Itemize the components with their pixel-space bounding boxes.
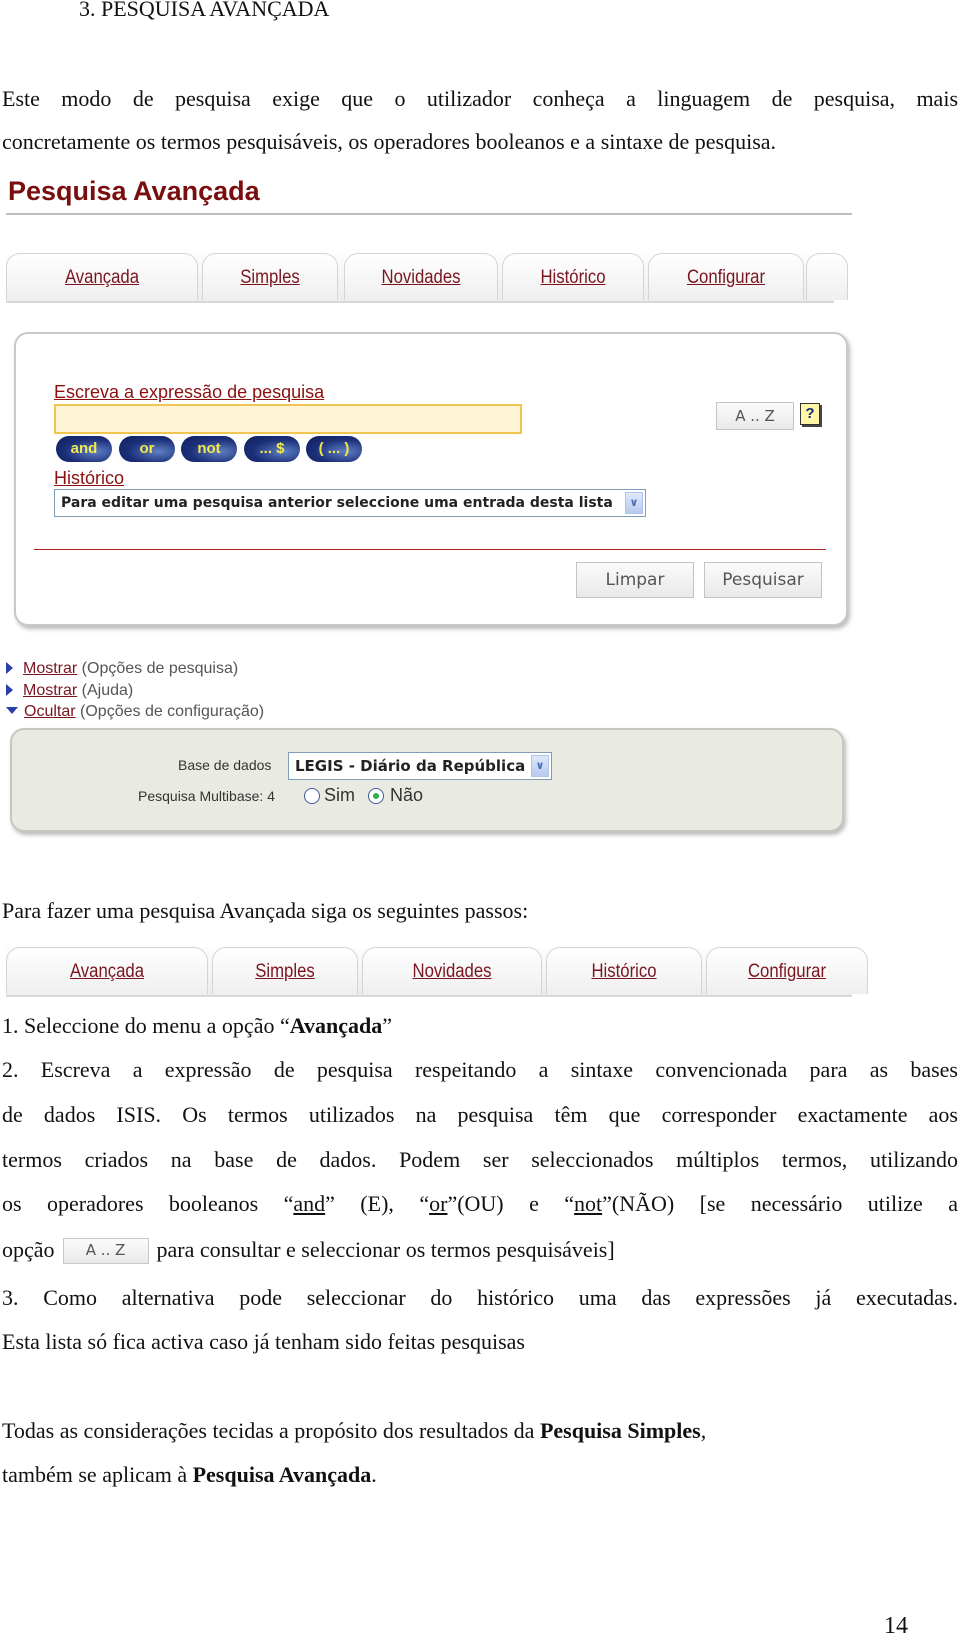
step-2-line-2: de dados ISIS. Os termos utilizados na p… bbox=[2, 1102, 958, 1127]
step-3-line-2: Esta lista só fica activa caso já tenham… bbox=[2, 1329, 525, 1354]
expression-input[interactable] bbox=[54, 404, 522, 434]
toggle-link[interactable]: Ocultar bbox=[24, 703, 76, 720]
expression-label: Escreva a expressão de pesquisa bbox=[54, 382, 325, 402]
bold-term: Pesquisa Simples bbox=[539, 1418, 701, 1443]
tab-label: Simples bbox=[255, 961, 315, 982]
bold-term: Pesquisa Avançada bbox=[192, 1462, 372, 1487]
database-select[interactable]: LEGIS - Diário da República ∨ bbox=[288, 752, 552, 780]
text-fragment: ”(OU) e “ bbox=[447, 1191, 575, 1216]
operator-not-button[interactable]: not bbox=[181, 436, 237, 462]
chevron-down-icon[interactable]: ∨ bbox=[531, 755, 549, 777]
multibase-sim-radio[interactable] bbox=[304, 788, 320, 804]
text-fragment: . bbox=[371, 1462, 377, 1487]
tab-label: Avançada bbox=[64, 267, 140, 288]
help-icon[interactable]: ? bbox=[800, 403, 820, 425]
search-button[interactable]: Pesquisar bbox=[704, 562, 822, 598]
title-divider bbox=[6, 213, 852, 215]
operator-and-text: and bbox=[293, 1191, 326, 1216]
text-fragment: ” (E), “ bbox=[325, 1191, 430, 1216]
tab-label: Configurar bbox=[747, 961, 827, 982]
config-panel: Base de dados LEGIS - Diário da Repúblic… bbox=[10, 728, 844, 832]
tab-overflow bbox=[806, 253, 848, 300]
text-fragment: ”(NÃO) [se necessário utilize a bbox=[602, 1191, 958, 1216]
multibase-label: Pesquisa Multibase: 4 bbox=[138, 788, 275, 804]
multibase-nao-radio[interactable] bbox=[368, 788, 384, 804]
clear-button[interactable]: Limpar bbox=[576, 562, 694, 598]
closing-line-1: Todas as considerações tecidas a propósi… bbox=[2, 1418, 706, 1444]
panel-divider bbox=[34, 549, 826, 550]
text-fragment: opção bbox=[2, 1237, 55, 1262]
section-heading: 3. PESQUISA AVANÇADA bbox=[79, 0, 330, 21]
history-label: Histórico bbox=[54, 468, 125, 488]
text-fragment: também se aplicam à bbox=[2, 1462, 193, 1487]
toggle-link[interactable]: Mostrar bbox=[23, 660, 77, 677]
collapse-arrow-icon bbox=[6, 707, 18, 714]
step-2-line-1: 2. Escreva a expressão de pesquisa respe… bbox=[2, 1057, 958, 1082]
tab-bar: Avançada Simples Novidades Histórico Con… bbox=[6, 253, 848, 303]
history-select[interactable]: Para editar uma pesquisa anterior selecc… bbox=[54, 489, 646, 517]
step-1-suffix: ” bbox=[382, 1013, 392, 1038]
page-number: 14 bbox=[884, 1613, 908, 1639]
step-1: 1. Seleccione do menu a opção “Avançada” bbox=[2, 1013, 392, 1039]
toggle-text: (Ajuda) bbox=[77, 682, 134, 699]
tab-avancada[interactable]: Avançada bbox=[6, 947, 208, 994]
step-1-bold: Avançada bbox=[289, 1013, 383, 1038]
chevron-down-icon[interactable]: ∨ bbox=[625, 492, 643, 514]
step-2-line-4: os operadores booleanos “and” (E), “or”(… bbox=[2, 1191, 958, 1217]
history-select-value: Para editar uma pesquisa anterior selecc… bbox=[61, 495, 613, 511]
text-fragment: para consultar e seleccionar os termos p… bbox=[156, 1237, 615, 1262]
tab-simples[interactable]: Simples bbox=[202, 253, 338, 300]
toggle-search-options[interactable]: Mostrar (Opções de pesquisa) bbox=[6, 660, 238, 678]
az-index-button-image: A .. Z bbox=[62, 1238, 149, 1264]
expand-arrow-icon bbox=[6, 684, 13, 696]
text-fragment: Todas as considerações tecidas a propósi… bbox=[2, 1418, 540, 1443]
database-label: Base de dados bbox=[178, 757, 272, 773]
tab-simples[interactable]: Simples bbox=[212, 947, 358, 994]
az-index-button[interactable]: A .. Z bbox=[716, 402, 794, 430]
operator-not-text: not bbox=[574, 1191, 603, 1216]
step-3-line-1: 3. Como alternativa pode seleccionar do … bbox=[2, 1285, 958, 1310]
tab-label: Novidades bbox=[381, 267, 461, 288]
intro-line-1: Este modo de pesquisa exige que o utiliz… bbox=[2, 86, 958, 111]
app-title: Pesquisa Avançada bbox=[8, 176, 260, 206]
operator-parentheses-button[interactable]: ( ... ) bbox=[306, 436, 362, 462]
tab-novidades[interactable]: Novidades bbox=[344, 253, 498, 300]
tab-label: Avançada bbox=[69, 961, 145, 982]
closing-line-2: também se aplicam à Pesquisa Avançada. bbox=[2, 1462, 377, 1488]
tab-bar-example: Avançada Simples Novidades Histórico Con… bbox=[6, 947, 868, 997]
tab-label: Novidades bbox=[412, 961, 492, 982]
database-select-value: LEGIS - Diário da República bbox=[295, 757, 526, 775]
operator-truncation-button[interactable]: ... $ bbox=[244, 436, 300, 462]
tab-historico[interactable]: Histórico bbox=[546, 947, 702, 994]
tab-novidades[interactable]: Novidades bbox=[362, 947, 542, 994]
radio-label: Sim bbox=[324, 785, 355, 805]
text-fragment: os operadores booleanos “ bbox=[2, 1191, 294, 1216]
step-2-line-5: opção A .. Z para consultar e seleccionar … bbox=[2, 1237, 615, 1264]
text-fragment: , bbox=[700, 1418, 707, 1443]
tab-label: Histórico bbox=[591, 961, 657, 982]
tab-label: Histórico bbox=[540, 267, 606, 288]
operator-and-button[interactable]: and bbox=[56, 436, 112, 462]
operator-or-text: or bbox=[429, 1191, 448, 1216]
tab-historico[interactable]: Histórico bbox=[502, 253, 644, 300]
toggle-link[interactable]: Mostrar bbox=[23, 682, 77, 699]
tab-label: Simples bbox=[240, 267, 300, 288]
tab-configurar[interactable]: Configurar bbox=[706, 947, 868, 994]
operator-or-button[interactable]: or bbox=[119, 436, 175, 462]
toggle-config-options[interactable]: Ocultar (Opções de configuração) bbox=[6, 703, 264, 721]
intro-line-2: concretamente os termos pesquisáveis, os… bbox=[2, 129, 777, 154]
search-panel: Escreva a expressão de pesquisa and or n… bbox=[14, 332, 848, 626]
tab-label: Configurar bbox=[686, 267, 766, 288]
radio-label: Não bbox=[390, 785, 424, 805]
toggle-text: (Opções de pesquisa) bbox=[77, 660, 239, 677]
toggle-text: (Opções de configuração) bbox=[75, 703, 265, 720]
expand-arrow-icon bbox=[6, 662, 13, 674]
step-2-line-3: termos criados na base de dados. Podem s… bbox=[2, 1147, 958, 1172]
steps-intro: Para fazer uma pesquisa Avançada siga os… bbox=[2, 898, 529, 923]
step-1-text: 1. Seleccione do menu a opção “ bbox=[2, 1013, 290, 1038]
tab-configurar[interactable]: Configurar bbox=[648, 253, 804, 300]
tab-avancada[interactable]: Avançada bbox=[6, 253, 198, 300]
toggle-help[interactable]: Mostrar (Ajuda) bbox=[6, 682, 133, 700]
